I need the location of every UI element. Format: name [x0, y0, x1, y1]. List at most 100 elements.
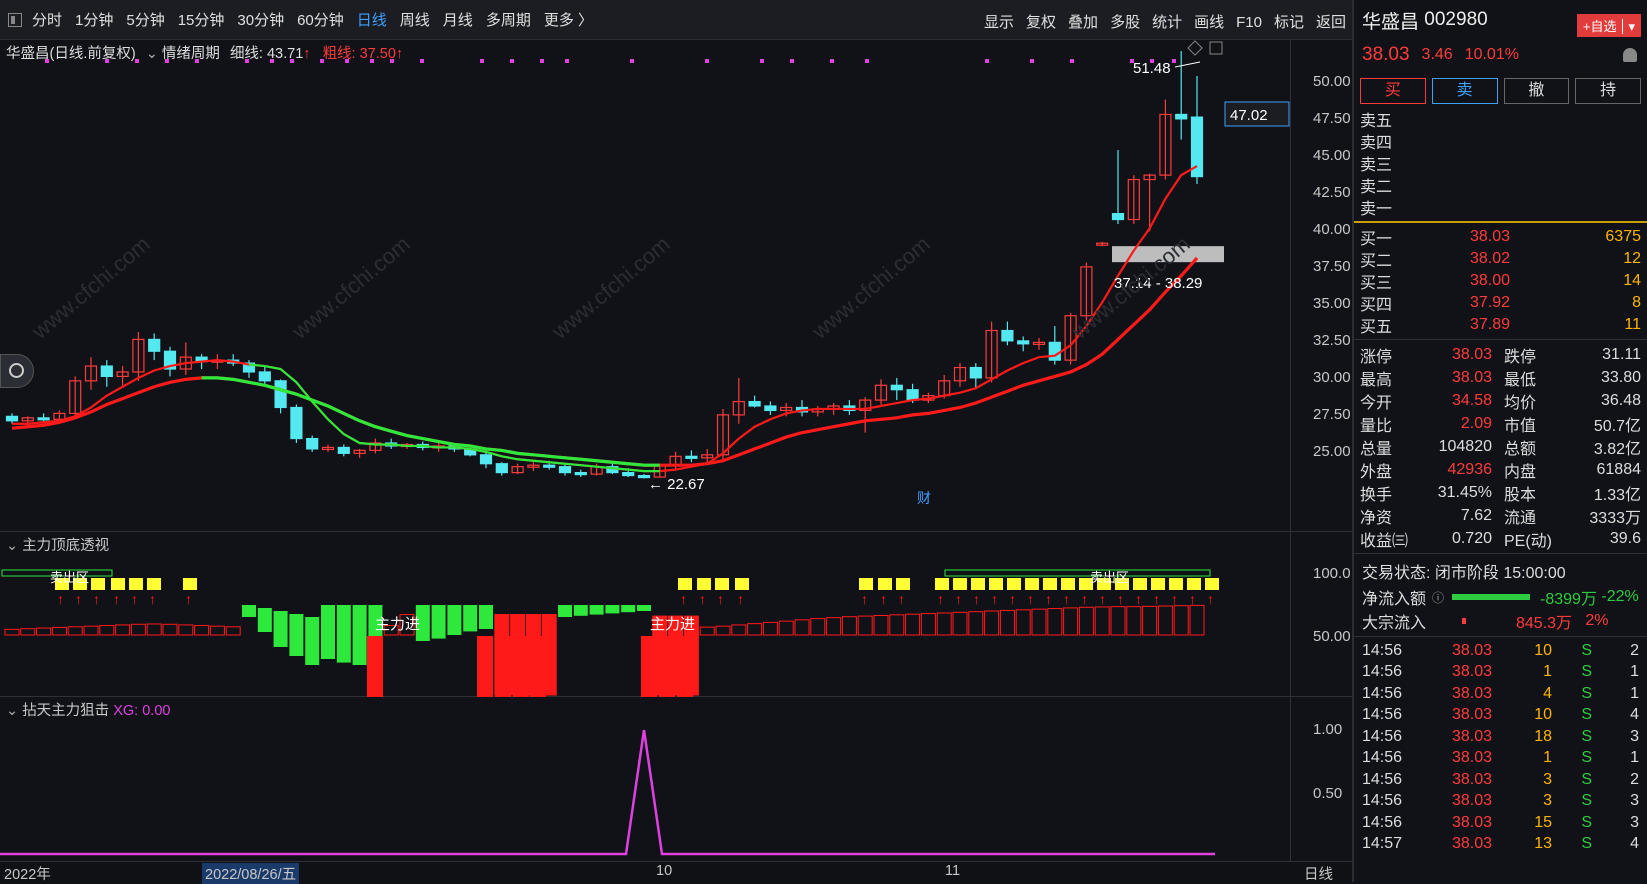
period-tab[interactable]: 更多 〉 [544, 12, 593, 29]
mainforce-bar [1031, 608, 1047, 636]
stat-row: 换手 31.45% 股本 1.33亿 [1360, 481, 1641, 504]
tick-p: 38.03 [1451, 684, 1492, 702]
tool-button[interactable]: F10 [1236, 14, 1262, 31]
up-arrow-icon: ↑ [1027, 591, 1034, 607]
stat-label: PE(动) [1504, 532, 1553, 550]
add-watchlist-button[interactable]: +自选 ▾ [1576, 14, 1641, 37]
period-tab[interactable]: 周线 [400, 12, 430, 29]
bid-row: 买一 38.03 6375 [1360, 226, 1641, 248]
up-arrow-icon: ↑ [93, 591, 100, 607]
candle-body [1175, 113, 1188, 120]
tick-list[interactable]: 14:56 38.03 10 S 2 14:56 38.03 1 S 1 14:56 38.03 4 S 1… [1354, 640, 1647, 855]
up-arrow-icon: ↑ [1135, 591, 1142, 607]
mainforce-bar [162, 623, 178, 636]
signal-box [1151, 578, 1165, 590]
mainforce-bar [984, 610, 1000, 636]
period-tab[interactable]: 1分钟 [75, 12, 113, 29]
bid-volume: 6375 [1605, 228, 1641, 245]
buy-button[interactable]: 买 [1360, 78, 1426, 104]
hold-button[interactable]: 持 [1575, 78, 1641, 104]
sniper-panel[interactable]: ⌄ 拈天主力狙击 XG: 0.00 1.00 0.50 [0, 697, 1352, 862]
search-icon[interactable] [0, 354, 34, 388]
tool-button[interactable]: 返回 [1316, 14, 1346, 31]
mainforce-bar [352, 605, 367, 665]
period-tab[interactable]: 5分钟 [126, 12, 164, 29]
candle-body [748, 400, 761, 407]
mainforce-bar [762, 621, 778, 636]
y-tick: 47.50 [1313, 110, 1351, 127]
stat-label: 收益㈢ [1360, 532, 1409, 550]
ma-thin-line [12, 165, 1198, 473]
signal-dot [565, 59, 569, 63]
mainforce-bar [257, 608, 272, 632]
tool-button[interactable]: 显示 [984, 14, 1014, 31]
stat-value: 42936 [1447, 460, 1493, 478]
mainforce-bar [841, 616, 857, 636]
tick-v: 15 [1534, 813, 1552, 831]
sell-zone-label: 卖出区 [50, 570, 89, 585]
mainforce-bar [905, 613, 921, 636]
tool-button[interactable]: 叠加 [1068, 14, 1098, 31]
sell-button[interactable]: 卖 [1431, 78, 1498, 104]
tool-button[interactable]: 复权 [1026, 14, 1056, 31]
tick-row: 14:56 38.03 3 S 3 [1354, 791, 1647, 813]
tick-n: 1 [1630, 749, 1639, 767]
info-icon[interactable]: ⓘ [1432, 589, 1444, 606]
net-inflow-label: 净流入额 [1362, 591, 1427, 608]
signal-dot [540, 59, 544, 63]
up-arrow-icon: ↑ [149, 591, 156, 607]
signal-box [1133, 578, 1147, 590]
stat-row: 净资 7.62 流通 3333万 [1360, 504, 1641, 527]
mainforce-bar [936, 612, 952, 636]
mainforce-bar [778, 620, 794, 636]
sidebar-toggle-icon[interactable] [8, 12, 22, 27]
tick-s: S [1581, 770, 1592, 788]
mainforce-bar [447, 605, 462, 635]
main-kline-panel[interactable]: 华盛昌(日线.前复权) ⌄ 情绪周期 细线: 43.71↑ 粗线: 37.50↑… [0, 40, 1352, 532]
period-tab[interactable]: 分时 [32, 12, 62, 29]
y-tick: 50.00 [1313, 73, 1351, 90]
tick-p: 38.03 [1451, 813, 1492, 831]
signal-dot [1172, 59, 1176, 63]
signal-dot [1030, 59, 1034, 63]
period-tab[interactable]: 多周期 [486, 12, 531, 29]
period-tab[interactable]: 日线 [357, 12, 387, 29]
mainforce-bar [463, 605, 478, 632]
period-tab[interactable]: 月线 [443, 12, 473, 29]
cancel-button[interactable]: 撤 [1503, 78, 1570, 104]
tool-button[interactable]: 统计 [1152, 14, 1182, 31]
mainforce-bar [1189, 604, 1205, 636]
tool-button[interactable]: 标记 [1274, 14, 1304, 31]
mainforce-bar [130, 623, 146, 636]
period-tab[interactable]: 15分钟 [178, 12, 225, 29]
tool-button[interactable]: 画线 [1194, 14, 1224, 31]
stock-header: 华盛昌 002980 +自选 ▾ [1354, 0, 1647, 40]
mainforce-bar [1142, 605, 1158, 636]
tick-row: 14:56 38.03 1 S 1 [1354, 748, 1647, 770]
mainforce-in-bar [513, 636, 529, 697]
mainforce-bar [1126, 606, 1142, 636]
candle-body [969, 366, 982, 379]
signal-dot [195, 59, 199, 63]
mainforce-panel[interactable]: ⌄ 主力顶底透视 ↑ ↑ ↑ ↑ ↑ ↑ ↑ ↑ ↑ ↑ ↑ ↑ ↑ ↑ ↑ ↑ ↑ ↑ ↑ ↑ ↑ ↑ ↑ ↑ ↑ ↑ ↑ ↑ ↑ ↑ 主… [0, 532, 1352, 697]
tick-t: 14:56 [1362, 684, 1403, 702]
period-tab[interactable]: 60分钟 [297, 12, 344, 29]
up-arrow-icon: ↑ [717, 591, 724, 607]
period-tabs: 分时 1分钟 5分钟 15分钟 30分钟 60分钟 日线 周线 月线 多周期 更多 〉 [32, 9, 606, 30]
tick-v: 10 [1534, 641, 1552, 659]
mainforce-bar [67, 626, 83, 636]
mainforce-bar [1173, 605, 1189, 636]
tick-n: 2 [1630, 770, 1639, 788]
signal-dot [345, 59, 349, 63]
tool-button[interactable]: 多股 [1110, 14, 1140, 31]
period-tab[interactable]: 30分钟 [237, 12, 284, 29]
up-arrow-icon: ↑ [1117, 591, 1124, 607]
signal-dot [420, 59, 424, 63]
dropdown-icon[interactable]: ▾ [1622, 19, 1635, 34]
bid-price: 38.00 [1469, 272, 1510, 289]
bell-icon[interactable] [1623, 48, 1637, 62]
tick-row: 14:56 38.03 18 S 3 [1354, 726, 1647, 748]
stat-value: 3.82亿 [1593, 440, 1641, 458]
up-arrow-icon: ↑ [185, 591, 192, 607]
candle-body [258, 371, 271, 382]
